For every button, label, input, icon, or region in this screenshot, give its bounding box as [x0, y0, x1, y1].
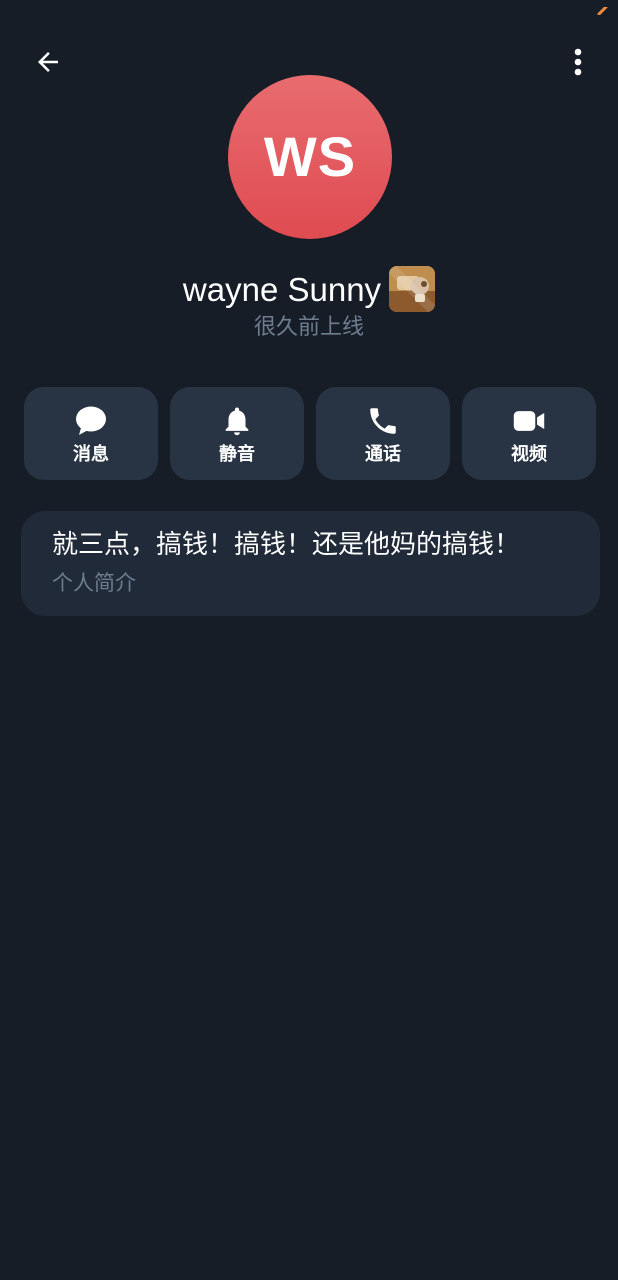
action-buttons: 消息 静音 通话 视频 [24, 387, 596, 480]
bio-card[interactable]: 就三点，搞钱！搞钱！还是他妈的搞钱！ 个人简介 [21, 511, 600, 616]
call-label: 通话 [365, 443, 401, 465]
avatar[interactable]: WS [228, 75, 392, 239]
bio-label: 个人简介 [52, 571, 136, 595]
phone-icon [366, 404, 400, 438]
status-row: 很久前上线 [0, 313, 618, 343]
corner-accent [596, 0, 610, 16]
last-seen-status: 很久前上线 [253, 315, 364, 340]
message-icon [74, 404, 108, 438]
message-button[interactable]: 消息 [24, 387, 158, 480]
bell-icon [220, 404, 254, 438]
video-button[interactable]: 视频 [462, 387, 596, 480]
arrow-left-icon [33, 47, 63, 81]
user-name: wayne Sunny [182, 270, 382, 308]
avatar-initials: WS [263, 125, 357, 188]
video-icon [512, 404, 546, 438]
more-button[interactable] [554, 40, 602, 88]
mute-label: 静音 [219, 443, 255, 465]
back-button[interactable] [24, 40, 72, 88]
name-row: wayne Sunny [0, 264, 618, 314]
video-label: 视频 [511, 443, 547, 465]
message-label: 消息 [73, 443, 109, 465]
more-vert-icon [573, 48, 583, 80]
bio-text: 就三点，搞钱！搞钱！还是他妈的搞钱！ [52, 530, 521, 560]
call-button[interactable]: 通话 [316, 387, 450, 480]
sticker-badge-icon[interactable] [389, 266, 436, 312]
mute-button[interactable]: 静音 [170, 387, 304, 480]
